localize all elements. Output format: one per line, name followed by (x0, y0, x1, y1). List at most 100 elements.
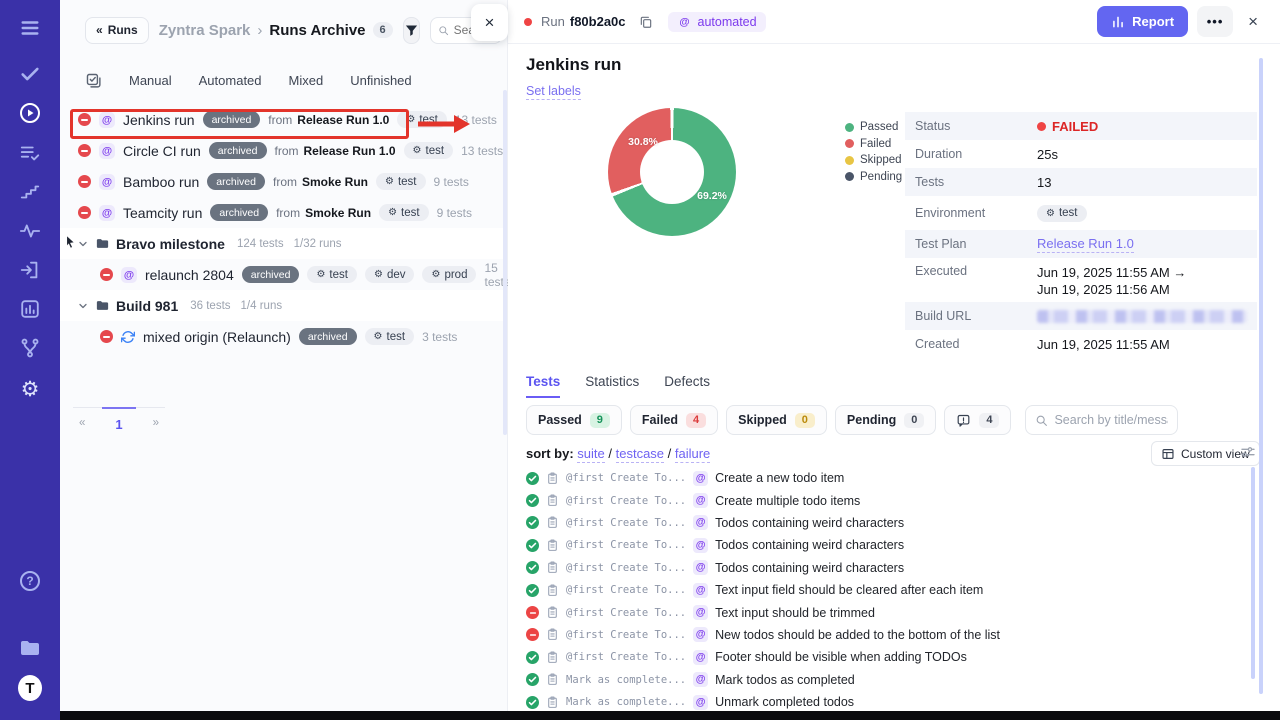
test-title[interactable]: Create multiple todo items (715, 494, 860, 508)
report-button[interactable]: Report (1097, 6, 1188, 37)
test-title[interactable]: Todos containing weird characters (715, 561, 904, 575)
tab-tests[interactable]: Tests (526, 374, 560, 398)
filter-pending-button[interactable]: Pending0 (835, 405, 936, 435)
test-title[interactable]: Unmark completed todos (715, 695, 854, 709)
breadcrumb-project[interactable]: Zyntra Spark (159, 22, 251, 39)
redacted-build-url[interactable] (1037, 310, 1247, 323)
pagination-next[interactable]: » (153, 417, 159, 432)
close-detail-button[interactable]: × (1242, 12, 1264, 32)
env-tag[interactable]: ⚙test (376, 173, 426, 190)
popover-close-button[interactable]: × (471, 4, 508, 41)
sort-link-suite[interactable]: suite (577, 446, 604, 463)
env-tag[interactable]: ⚙test (404, 142, 454, 159)
test-title[interactable]: Create a new todo item (715, 471, 844, 485)
run-type-tab-mixed[interactable]: Mixed (289, 73, 324, 88)
test-row[interactable]: Mark as complete...@Unmark completed tod… (526, 691, 1246, 713)
env-tag[interactable]: ⚙test (1037, 205, 1087, 222)
test-title[interactable]: Todos containing weird characters (715, 538, 904, 552)
run-name[interactable]: Circle CI run (123, 143, 201, 159)
run-row[interactable]: @Jenkins runarchivedfromRelease Run 1.0⚙… (60, 104, 505, 135)
test-row[interactable]: @first Create To...@Text input should be… (526, 601, 1246, 623)
run-type-tab-unfinished[interactable]: Unfinished (350, 73, 411, 88)
test-row[interactable]: @first Create To...@Create multiple todo… (526, 489, 1246, 511)
pagination-prev[interactable]: « (79, 417, 85, 432)
folder-row[interactable]: Build 98136 tests1/4 runs (60, 290, 505, 321)
tests-search-box[interactable] (1025, 405, 1178, 435)
select-all-icon[interactable] (85, 72, 102, 89)
sort-link-failure[interactable]: failure (675, 446, 710, 463)
filter-skipped-button[interactable]: Skipped0 (726, 405, 827, 435)
folder-row[interactable]: Bravo milestone124 tests1/32 runs (60, 228, 505, 259)
env-tag[interactable]: ⚙prod (422, 266, 476, 283)
run-type-tab-manual[interactable]: Manual (129, 73, 172, 88)
sort-link-testcase[interactable]: testcase (616, 446, 664, 463)
test-title[interactable]: Todos containing weird characters (715, 516, 904, 530)
run-row[interactable]: @Teamcity runarchivedfromSmoke Run⚙test9… (60, 197, 505, 228)
test-row[interactable]: @first Create To...@Todos containing wei… (526, 534, 1246, 556)
filter-failed-button[interactable]: Failed4 (630, 405, 718, 435)
test-row[interactable]: @first Create To...@Footer should be vis… (526, 646, 1246, 668)
env-tag[interactable]: ⚙test (379, 204, 429, 221)
test-row[interactable]: @first Create To...@New todos should be … (526, 624, 1246, 646)
back-to-runs-button[interactable]: «Runs (85, 17, 149, 44)
filter-button[interactable] (403, 17, 420, 44)
chevron-down-icon[interactable] (77, 300, 89, 312)
test-row[interactable]: @first Create To...@Todos containing wei… (526, 512, 1246, 534)
view-settings-sliders-icon[interactable] (1240, 444, 1256, 460)
test-title[interactable]: Text input field should be cleared after… (715, 583, 983, 597)
env-tag[interactable]: ⚙test (307, 266, 357, 283)
folder-name[interactable]: Build 981 (116, 298, 178, 314)
pagination-page-1[interactable]: 1 (115, 417, 122, 432)
detail-panel-scrollbar[interactable] (1259, 58, 1263, 694)
env-tag[interactable]: ⚙test (365, 328, 415, 345)
tests-nav-icon[interactable] (18, 62, 42, 86)
results-nav-icon[interactable] (18, 141, 42, 165)
folder-name[interactable]: Bravo milestone (116, 236, 225, 252)
test-row[interactable]: @first Create To...@Text input field sho… (526, 579, 1246, 601)
tab-statistics[interactable]: Statistics (585, 374, 639, 398)
settings-gear-icon[interactable]: ⚙ (18, 377, 42, 401)
run-row[interactable]: mixed origin (Relaunch)archived⚙test3 te… (60, 321, 505, 352)
test-title[interactable]: Footer should be visible when adding TOD… (715, 650, 967, 664)
help-icon[interactable]: ? (18, 569, 42, 593)
automated-badge[interactable]: @automated (668, 12, 766, 32)
activity-nav-icon[interactable] (18, 219, 42, 243)
app-logo[interactable]: T (18, 676, 42, 700)
run-name[interactable]: mixed origin (Relaunch) (143, 329, 291, 345)
test-title[interactable]: Mark todos as completed (715, 673, 855, 687)
test-title[interactable]: Text input should be trimmed (715, 606, 875, 620)
set-labels-link[interactable]: Set labels (526, 84, 581, 100)
copy-run-id-icon[interactable] (639, 15, 653, 29)
run-name[interactable]: relaunch 2804 (145, 267, 234, 283)
import-nav-icon[interactable] (18, 258, 42, 282)
projects-folder-icon[interactable] (18, 636, 42, 660)
more-options-button[interactable]: ••• (1197, 6, 1233, 37)
run-row[interactable]: @Bamboo runarchivedfromSmoke Run⚙test9 t… (60, 166, 505, 197)
test-title[interactable]: New todos should be added to the bottom … (715, 628, 1000, 642)
tests-search-input[interactable] (1054, 413, 1168, 427)
runs-nav-icon[interactable] (18, 101, 42, 125)
env-tag[interactable]: ⚙dev (365, 266, 415, 283)
test-row[interactable]: @first Create To...@Create a new todo it… (526, 467, 1246, 489)
test-plan-link[interactable]: Release Run 1.0 (1037, 236, 1134, 253)
chevron-down-icon[interactable] (77, 238, 89, 250)
run-row[interactable]: @relaunch 2804archived⚙test⚙dev⚙prod15 t… (60, 259, 505, 290)
run-name[interactable]: Bamboo run (123, 174, 199, 190)
tab-defects[interactable]: Defects (664, 374, 710, 398)
steps-nav-icon[interactable] (18, 180, 42, 204)
passed-status-icon (526, 516, 539, 529)
run-name[interactable]: Jenkins run (123, 112, 195, 128)
test-row[interactable]: @first Create To...@Todos containing wei… (526, 557, 1246, 579)
tests-list-scrollbar[interactable] (1251, 467, 1255, 679)
run-type-tab-automated[interactable]: Automated (199, 73, 262, 88)
menu-icon[interactable] (18, 16, 42, 40)
analytics-nav-icon[interactable] (18, 297, 42, 321)
run-row[interactable]: @Circle CI runarchivedfromRelease Run 1.… (60, 135, 505, 166)
env-tag[interactable]: ⚙test (397, 111, 447, 128)
test-row[interactable]: Mark as complete...@Mark todos as comple… (526, 669, 1246, 691)
filter-passed-button[interactable]: Passed9 (526, 405, 622, 435)
left-panel-scrollbar[interactable] (503, 90, 507, 435)
branches-nav-icon[interactable] (18, 336, 42, 360)
run-name[interactable]: Teamcity run (123, 205, 202, 221)
comments-filter-button[interactable]: 4 (944, 405, 1011, 435)
